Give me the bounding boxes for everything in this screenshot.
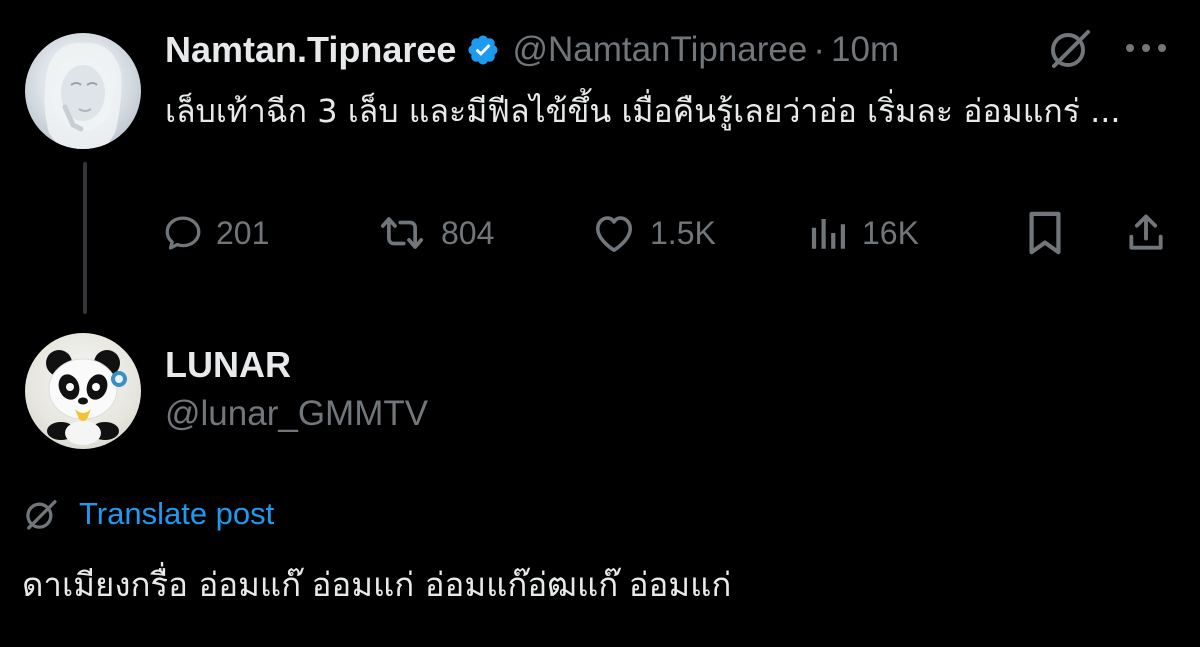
reply-text: ดาเมียงกรื่อ อ่อมแก๊ อ่อมแก่ อ่อมแก๊อ่ฒแ… [22,565,732,604]
bookmark-icon [1029,211,1061,255]
heart-icon [595,216,633,252]
reply-icon [165,216,201,250]
verified-badge-icon[interactable] [466,33,500,67]
separator-dot: · [813,30,826,69]
panda-avatar [46,350,127,445]
reply-count: 201 [216,214,270,251]
author-display-name[interactable]: Namtan.Tipnaree [165,29,456,71]
post-actions-bar: 201 804 1.5K 16K [0,208,1200,258]
share-button[interactable] [1124,208,1168,258]
views-icon [811,219,845,249]
post-timestamp[interactable]: 10m [831,30,899,70]
post-header: Namtan.Tipnaree @NamtanTipnaree · 10m [165,26,899,74]
author-avatar[interactable] [25,33,141,149]
share-icon [1129,214,1163,250]
reply-author-avatar[interactable] [25,333,141,449]
author-handle[interactable]: @NamtanTipnaree [512,30,807,70]
profile-photo [44,42,122,149]
reply-author-handle[interactable]: @lunar_GMMTV [165,394,428,434]
more-options-icon[interactable] [1123,38,1169,58]
translate-post-link[interactable]: Translate post [23,492,274,536]
reply-author-display-name[interactable]: LUNAR [165,344,291,386]
translate-post-label[interactable]: Translate post [79,496,274,532]
views-count: 16K [862,214,919,251]
post-text: เล็บเท้าฉีก 3 เล็บ และมีฟีลไข้ขึ้น เมื่อ… [165,92,1121,130]
repost-button[interactable]: 804 [375,208,494,258]
like-count: 1.5K [650,214,716,251]
reply-button[interactable]: 201 [162,208,269,258]
grok-icon[interactable] [1048,26,1092,70]
grok-icon [26,500,57,530]
like-button[interactable]: 1.5K [590,208,716,258]
bookmark-button[interactable] [1025,208,1065,258]
repost-icon [380,217,424,249]
views-button[interactable]: 16K [806,208,919,258]
repost-count: 804 [441,214,495,251]
